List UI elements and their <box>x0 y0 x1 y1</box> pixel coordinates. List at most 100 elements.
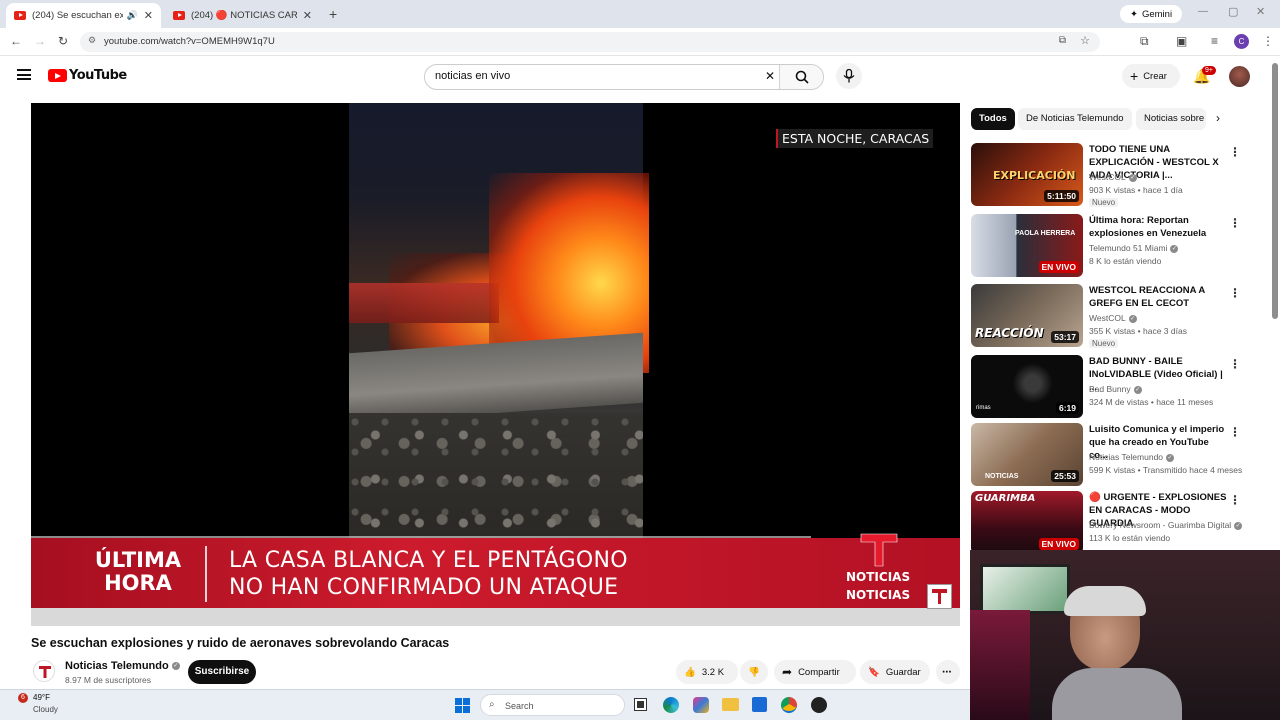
gemini-button[interactable]: ✦ Gemini <box>1120 5 1183 23</box>
more-vertical-icon[interactable]: ⋮ <box>1229 357 1241 371</box>
obs-icon[interactable] <box>811 697 827 713</box>
search-box[interactable]: ✕ <box>424 64 824 90</box>
video-thumbnail[interactable]: PAOLA HERRERA EN VIVO <box>971 214 1083 277</box>
browser-menu-icon[interactable]: ⋮ <box>1262 34 1274 48</box>
banner-headline: LA CASA BLANCA Y EL PENTÁGONO NO HAN CON… <box>229 547 628 601</box>
channel-watermark-icon <box>927 584 952 609</box>
maximize-icon[interactable]: ▢ <box>1228 5 1238 18</box>
plus-icon: + <box>1130 68 1139 84</box>
video-thumbnail[interactable]: REACCIÓN 53:17 <box>971 284 1083 347</box>
video-title: Se escuchan explosiones y ruido de aeron… <box>31 636 450 650</box>
video-card-channel: Bad Bunny ✓ <box>1089 384 1142 394</box>
page-scrollbar[interactable] <box>1270 57 1280 547</box>
weather-badge: 6 <box>18 693 28 703</box>
profile-avatar[interactable]: C <box>1234 34 1249 49</box>
more-vertical-icon[interactable]: ⋮ <box>1229 286 1241 300</box>
video-thumbnail[interactable]: rimas 6:19 <box>971 355 1083 418</box>
install-app-icon[interactable]: ⧉ <box>1059 35 1066 46</box>
copilot-icon[interactable] <box>693 697 709 713</box>
duration-badge: 25:53 <box>1051 470 1079 482</box>
voice-search-button[interactable] <box>836 63 862 89</box>
account-avatar[interactable] <box>1229 66 1250 87</box>
new-tab-icon[interactable]: + <box>329 6 337 22</box>
taskbar-search[interactable]: ⌕ Search <box>480 694 625 716</box>
video-thumbnail[interactable]: EXPLICACIÓN 5:11:50 <box>971 143 1083 206</box>
forward-icon[interactable]: → <box>34 34 46 48</box>
list-item[interactable]: NOTICIAS 25:53 Luisito Comunica y el imp… <box>971 423 1242 487</box>
verified-icon: ✓ <box>1128 314 1137 323</box>
task-view-icon[interactable] <box>634 698 647 711</box>
list-item[interactable]: EXPLICACIÓN 5:11:50 TODO TIENE UNA EXPLI… <box>971 143 1241 207</box>
split-view-icon[interactable]: ▣ <box>1176 34 1187 48</box>
weather-temp[interactable]: 49°F <box>33 693 50 702</box>
hamburger-menu-icon[interactable] <box>17 69 31 80</box>
chip-topic[interactable]: Noticias sobre <box>1136 108 1206 130</box>
search-input[interactable] <box>435 70 755 82</box>
channel-avatar[interactable] <box>33 660 55 682</box>
video-thumbnail[interactable]: NOTICIAS 25:53 <box>971 423 1083 486</box>
file-explorer-icon[interactable] <box>722 698 739 711</box>
video-card-channel: WestCOL ✓ <box>1089 172 1137 182</box>
more-vertical-icon[interactable]: ⋮ <box>1229 425 1241 439</box>
edge-icon[interactable] <box>663 697 679 713</box>
location-overlay: ESTA NOCHE, CARACAS <box>776 129 934 148</box>
more-actions-button[interactable]: ⋯ <box>936 660 960 684</box>
list-item[interactable]: REACCIÓN 53:17 WESTCOL REACCIONA A GREFG… <box>971 284 1241 348</box>
channel-name[interactable]: Noticias Telemundo ✓ <box>65 660 180 672</box>
more-vertical-icon[interactable]: ⋮ <box>1229 216 1241 230</box>
chip-channel[interactable]: De Noticias Telemundo <box>1018 108 1132 130</box>
list-item[interactable]: PAOLA HERRERA EN VIVO Última hora: Repor… <box>971 214 1241 278</box>
channel-text: Telemundo 51 Miami <box>1089 243 1168 253</box>
minimize-icon[interactable]: — <box>1198 6 1208 17</box>
store-icon[interactable] <box>752 697 767 712</box>
chip-all[interactable]: Todos <box>971 108 1015 130</box>
tab-active[interactable]: (204) Se escuchan explosio 🔊 ✕ <box>6 3 161 28</box>
bookmark-star-icon[interactable]: ☆ <box>1080 34 1090 47</box>
reload-icon[interactable]: ↻ <box>58 34 68 48</box>
person-shirt <box>1052 668 1182 720</box>
rubble-shape <box>349 413 643 538</box>
like-button[interactable]: 👍 3.2 K <box>676 660 738 684</box>
chrome-icon[interactable] <box>781 697 797 713</box>
video-card-title[interactable]: Última hora: Reportan explosiones en Ven… <box>1089 214 1227 240</box>
site-info-icon[interactable]: ⚙ <box>88 35 96 46</box>
close-tab-icon[interactable]: ✕ <box>144 9 153 22</box>
close-window-icon[interactable]: ✕ <box>1256 5 1265 18</box>
new-badge: Nuevo <box>1089 198 1119 207</box>
create-button[interactable]: + Crear <box>1122 64 1180 88</box>
search-button[interactable] <box>779 65 823 89</box>
tab-label: (204) Se escuchan explosio <box>32 10 123 21</box>
dislike-button[interactable]: 👎 <box>740 660 768 684</box>
more-horizontal-icon: ⋯ <box>942 666 952 678</box>
list-item[interactable]: rimas 6:19 BAD BUNNY - BAILE INoLVIDABLE… <box>971 355 1241 419</box>
gemini-icon: ✦ <box>1130 8 1138 20</box>
share-button[interactable]: ➦ Compartir <box>774 660 856 684</box>
video-card-title[interactable]: WESTCOL REACCIONA A GREFG EN EL CECOT <box>1089 284 1227 310</box>
more-vertical-icon[interactable]: ⋮ <box>1229 493 1241 507</box>
audio-icon[interactable]: 🔊 <box>127 10 138 21</box>
close-tab-icon[interactable]: ✕ <box>303 9 312 22</box>
save-button[interactable]: 🔖 Guardar <box>860 660 930 684</box>
reading-list-icon[interactable]: ≡ <box>1211 34 1218 48</box>
extensions-icon[interactable]: ⧉ <box>1140 34 1149 49</box>
brand-line1: NOTICIAS <box>846 570 911 584</box>
video-card-meta: 355 K vistas • hace 3 días <box>1089 326 1187 336</box>
subscribe-button[interactable]: Suscribirse <box>188 660 256 684</box>
video-thumbnail[interactable]: GUARIMBA EN VIVO <box>971 491 1083 554</box>
video-player[interactable]: ESTA NOCHE, CARACAS ÚLTIMA HORA LA CASA … <box>31 103 960 626</box>
list-item[interactable]: GUARIMBA EN VIVO 🔴 URGENTE - EXPLOSIONES… <box>971 491 1243 555</box>
tab-inactive[interactable]: (204) 🔴 NOTICIAS CARACOL E ✕ <box>165 3 320 28</box>
youtube-logo[interactable]: YouTube <box>48 68 127 83</box>
tab-label: (204) 🔴 NOTICIAS CARACOL E <box>191 10 297 21</box>
youtube-favicon-icon <box>14 11 26 20</box>
clear-search-icon[interactable]: ✕ <box>765 69 775 83</box>
channel-text: WestCOL <box>1089 313 1126 323</box>
brand-line2: NOTICIAS <box>846 588 911 602</box>
more-vertical-icon[interactable]: ⋮ <box>1229 145 1241 159</box>
chevron-right-icon[interactable]: › <box>1216 111 1220 125</box>
new-badge: Nuevo <box>1089 339 1119 348</box>
url-bar[interactable]: ⚙ youtube.com/watch?v=OMEMH9W1q7U ⧉ ☆ <box>80 32 1100 52</box>
windows-start-icon[interactable] <box>455 698 470 713</box>
scrollbar-thumb[interactable] <box>1272 63 1278 319</box>
back-icon[interactable]: ← <box>10 34 22 48</box>
